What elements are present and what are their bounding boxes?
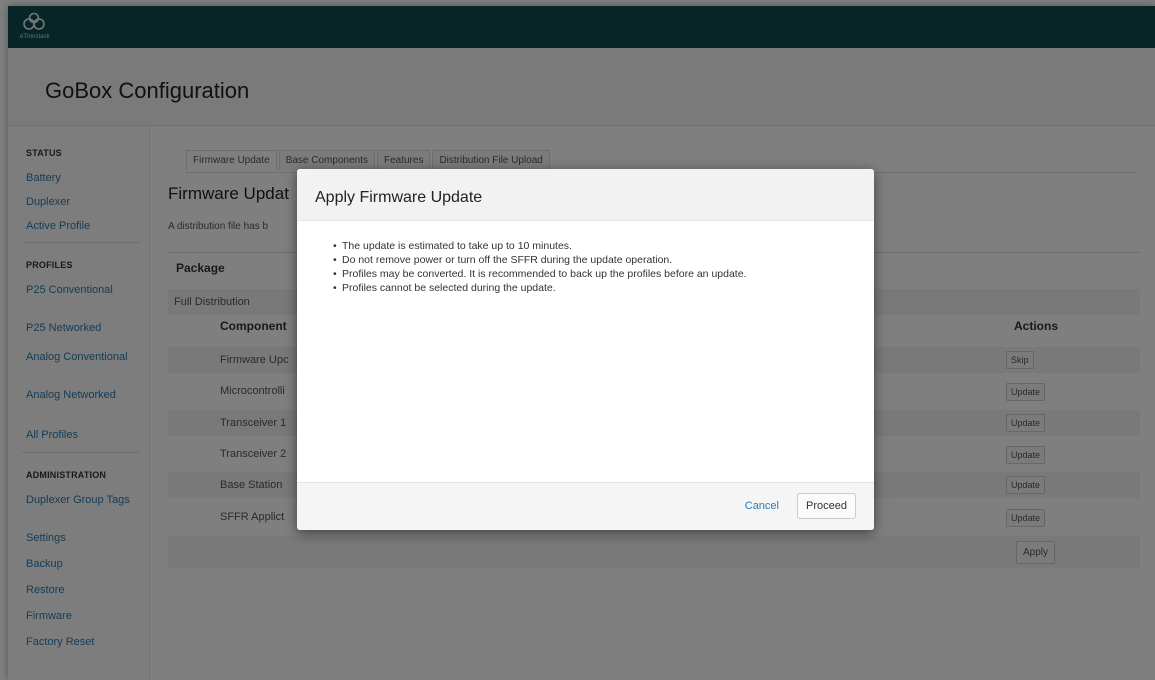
modal-title: Apply Firmware Update [315, 189, 483, 206]
warning-list: The update is estimated to take up to 10… [333, 239, 854, 295]
modal-body: The update is estimated to take up to 10… [297, 221, 874, 483]
list-item: Profiles may be converted. It is recomme… [333, 267, 854, 281]
cancel-button[interactable]: Cancel [745, 500, 779, 512]
modal-footer: Cancel Proceed [297, 482, 874, 530]
list-item: The update is estimated to take up to 10… [333, 239, 854, 253]
proceed-button[interactable]: Proceed [797, 493, 856, 519]
apply-firmware-update-dialog: Apply Firmware Update The update is esti… [297, 169, 874, 530]
modal-header: Apply Firmware Update [297, 169, 874, 221]
list-item: Do not remove power or turn off the SFFR… [333, 253, 854, 267]
list-item: Profiles cannot be selected during the u… [333, 281, 854, 295]
